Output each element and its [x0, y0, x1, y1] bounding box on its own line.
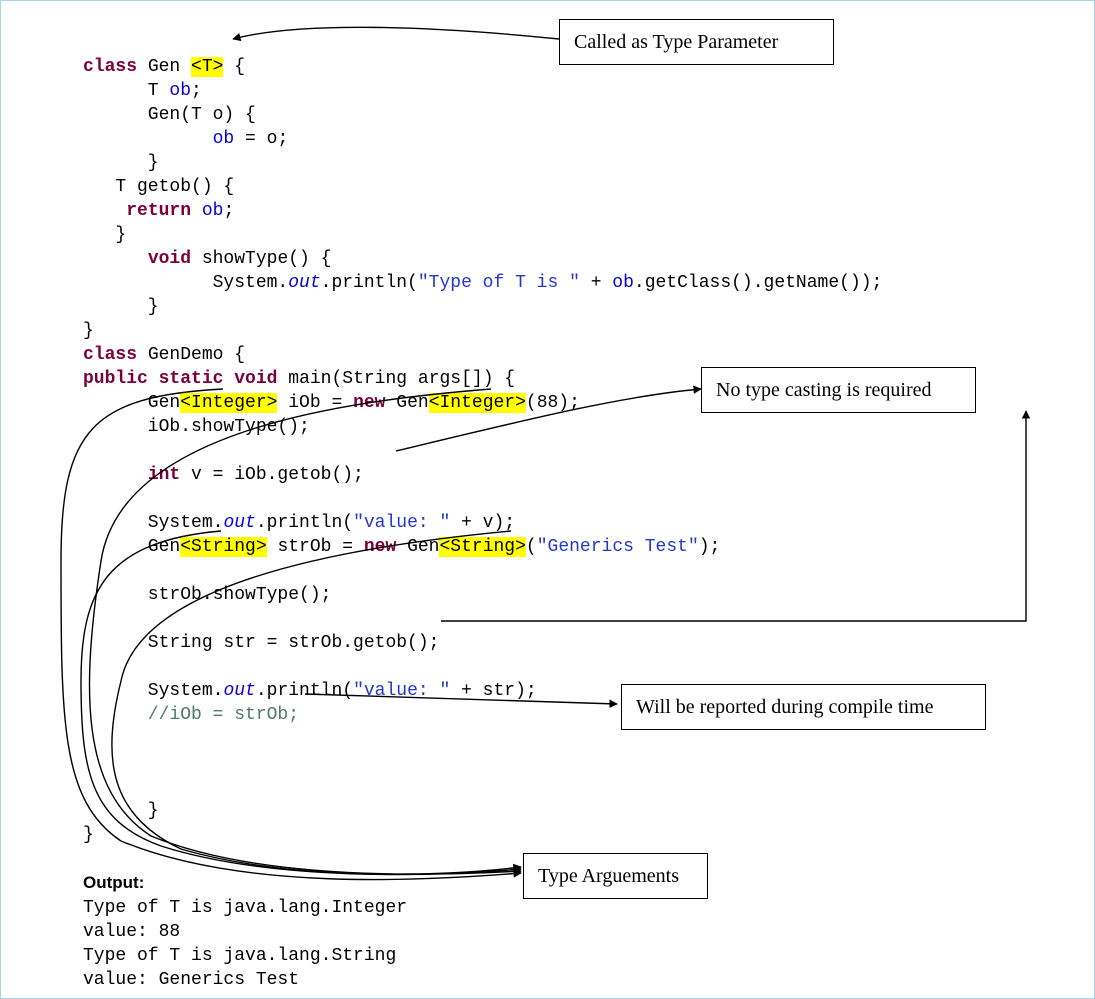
code-line: } — [83, 321, 94, 341]
callout-type-arguments: Type Arguements — [523, 853, 708, 899]
blank-line — [83, 849, 94, 869]
code-line: return ob; — [83, 201, 234, 221]
code-block: class Gen <T> { T ob; Gen(T o) { ob = o;… — [83, 31, 882, 992]
code-line: T ob; — [83, 81, 202, 101]
output-line: Type of T is java.lang.String — [83, 946, 396, 966]
code-line: String str = strOb.getob(); — [83, 633, 439, 653]
output-line: Type of T is java.lang.Integer — [83, 898, 407, 918]
output-line: value: 88 — [83, 922, 180, 942]
diagram-page: class Gen <T> { T ob; Gen(T o) { ob = o;… — [0, 0, 1095, 999]
callout-compile-error: Will be reported during compile time — [621, 684, 986, 730]
code-line: ob = o; — [83, 129, 288, 149]
code-line: class Gen <T> { — [83, 57, 245, 77]
callout-type-parameter: Called as Type Parameter — [559, 19, 834, 65]
output-line: value: Generics Test — [83, 970, 299, 990]
code-line: void showType() { — [83, 249, 331, 269]
code-line: public static void main(String args[]) { — [83, 369, 515, 389]
output-heading: Output: — [83, 873, 144, 892]
code-line: int v = iOb.getob(); — [83, 465, 364, 485]
callout-no-cast: No type casting is required — [701, 367, 976, 413]
code-line: System.out.println("value: " + v); — [83, 513, 515, 533]
code-line: strOb.showType(); — [83, 585, 331, 605]
code-line: Gen(T o) { — [83, 105, 256, 125]
code-line: } — [83, 801, 159, 821]
code-line: System.out.println("value: " + str); — [83, 681, 537, 701]
code-line: Gen<String> strOb = new Gen<String>("Gen… — [83, 537, 720, 557]
code-line: } — [83, 153, 159, 173]
code-line: System.out.println("Type of T is " + ob.… — [83, 273, 882, 293]
code-line: iOb.showType(); — [83, 417, 310, 437]
code-line: } — [83, 825, 94, 845]
code-line: //iOb = strOb; — [83, 705, 299, 725]
code-line: } — [83, 225, 126, 245]
code-line: Gen<Integer> iOb = new Gen<Integer>(88); — [83, 393, 580, 413]
code-line: T getob() { — [83, 177, 234, 197]
code-line: class GenDemo { — [83, 345, 245, 365]
code-line: } — [83, 297, 159, 317]
